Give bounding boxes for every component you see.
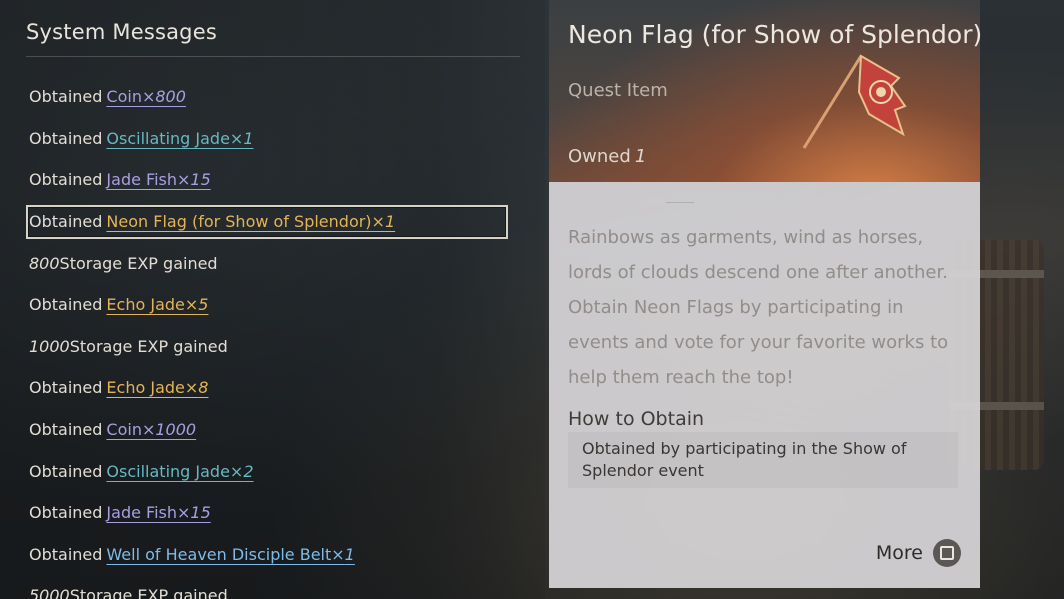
- item-link[interactable]: Coin×800: [106, 87, 186, 106]
- message-text: Storage EXP gained: [69, 586, 228, 599]
- message-row-selected[interactable]: Obtained Neon Flag (for Show of Splendor)…: [26, 204, 508, 239]
- owned-label: Owned: [568, 146, 631, 167]
- item-quantity: 800: [155, 87, 186, 107]
- message-prefix: Obtained: [29, 503, 103, 523]
- message-row[interactable]: Obtained Echo Jade×8: [26, 367, 516, 409]
- item-quantity: 15: [190, 503, 211, 523]
- message-text: Storage EXP gained: [69, 336, 228, 356]
- item-link-name: Well of Heaven Disciple Belt×: [106, 544, 345, 564]
- item-link-name: Echo Jade×: [106, 378, 199, 398]
- item-quantity: 2: [243, 461, 254, 481]
- owned-value: 1: [634, 146, 647, 167]
- item-link[interactable]: Jade Fish×15: [106, 170, 210, 189]
- message-prefix: Obtained: [29, 295, 103, 315]
- item-quantity: 1: [344, 544, 355, 564]
- item-link[interactable]: Jade Fish×15: [106, 503, 210, 522]
- message-row[interactable]: Obtained Well of Heaven Disciple Belt×1: [26, 534, 516, 576]
- body-divider: [666, 202, 694, 203]
- message-row[interactable]: Obtained Echo Jade×5: [26, 284, 516, 326]
- message-text: Storage EXP gained: [59, 253, 218, 273]
- how-to-obtain-text: Obtained by participating in the Show of…: [568, 432, 958, 488]
- message-prefix: Obtained: [29, 544, 103, 564]
- message-prefix: Obtained: [29, 128, 103, 148]
- item-link-name: Coin×: [106, 87, 156, 107]
- item-link-name: Oscillating Jade×: [106, 461, 244, 481]
- message-row[interactable]: 5000 Storage EXP gained: [26, 575, 516, 599]
- message-row[interactable]: Obtained Oscillating Jade×2: [26, 450, 516, 492]
- message-row[interactable]: Obtained Oscillating Jade×1: [26, 118, 516, 160]
- message-row[interactable]: 800 Storage EXP gained: [26, 242, 516, 284]
- item-quantity: 1: [243, 128, 254, 148]
- item-link[interactable]: Oscillating Jade×1: [106, 129, 253, 148]
- message-prefix: Obtained: [29, 170, 103, 190]
- item-link-name: Oscillating Jade×: [106, 128, 244, 148]
- item-link[interactable]: Coin×1000: [106, 420, 196, 439]
- item-quantity: 15: [190, 170, 211, 190]
- item-name: Neon Flag (for Show of Splendor): [568, 20, 983, 49]
- item-link-name: Coin×: [106, 420, 156, 440]
- exp-amount: 1000: [29, 336, 70, 356]
- exp-amount: 5000: [29, 586, 70, 599]
- more-button[interactable]: More: [876, 539, 961, 567]
- system-messages-panel: System Messages Obtained Coin×800 Obtained…: [0, 0, 540, 599]
- message-row[interactable]: Obtained Jade Fish×15: [26, 159, 516, 201]
- item-type: Quest Item: [568, 80, 668, 101]
- neon-flag-icon: [802, 54, 907, 149]
- more-label: More: [875, 542, 923, 564]
- item-link-name: Jade Fish×: [106, 170, 191, 190]
- item-description: Rainbows as garments, wind as horses, lo…: [568, 227, 949, 388]
- item-link[interactable]: Echo Jade×8: [106, 378, 208, 397]
- message-prefix: Obtained: [29, 420, 103, 440]
- item-detail-header: Neon Flag (for Show of Splendor) Quest I…: [549, 0, 983, 182]
- item-quantity: 5: [198, 295, 209, 315]
- how-to-obtain-title: How to Obtain: [568, 408, 705, 430]
- message-prefix: Obtained: [29, 87, 103, 107]
- item-detail-body: Rainbows as garments, wind as horses, lo…: [549, 182, 980, 588]
- title-divider: [26, 56, 520, 57]
- item-link-name: Neon Flag (for Show of Splendor)×: [106, 212, 385, 232]
- message-list[interactable]: Obtained Coin×800 Obtained Oscillating Jade…: [26, 76, 516, 599]
- message-row[interactable]: Obtained Jade Fish×15: [26, 492, 516, 534]
- exp-amount: 800: [29, 253, 60, 273]
- message-prefix: Obtained: [29, 461, 103, 481]
- item-detail-panel: Neon Flag (for Show of Splendor) Quest I…: [549, 0, 983, 588]
- owned-count: Owned 1: [568, 146, 646, 167]
- item-quantity: 1000: [155, 420, 197, 440]
- item-quantity: 1: [384, 212, 396, 232]
- item-quantity: 8: [198, 378, 209, 398]
- item-link[interactable]: Echo Jade×5: [106, 295, 208, 314]
- item-link-name: Jade Fish×: [106, 503, 191, 523]
- message-prefix: Obtained: [29, 378, 103, 398]
- message-row[interactable]: Obtained Coin×800: [26, 76, 516, 118]
- message-row[interactable]: Obtained Coin×1000: [26, 409, 516, 451]
- item-link[interactable]: Oscillating Jade×2: [106, 462, 253, 481]
- item-link-name: Echo Jade×: [106, 295, 199, 315]
- item-link[interactable]: Well of Heaven Disciple Belt×1: [106, 545, 354, 564]
- item-link[interactable]: Neon Flag (for Show of Splendor)×1: [106, 212, 395, 231]
- message-prefix: Obtained: [29, 212, 103, 232]
- square-button-icon: [933, 539, 961, 567]
- message-row[interactable]: 1000 Storage EXP gained: [26, 326, 516, 368]
- panel-title: System Messages: [26, 20, 217, 44]
